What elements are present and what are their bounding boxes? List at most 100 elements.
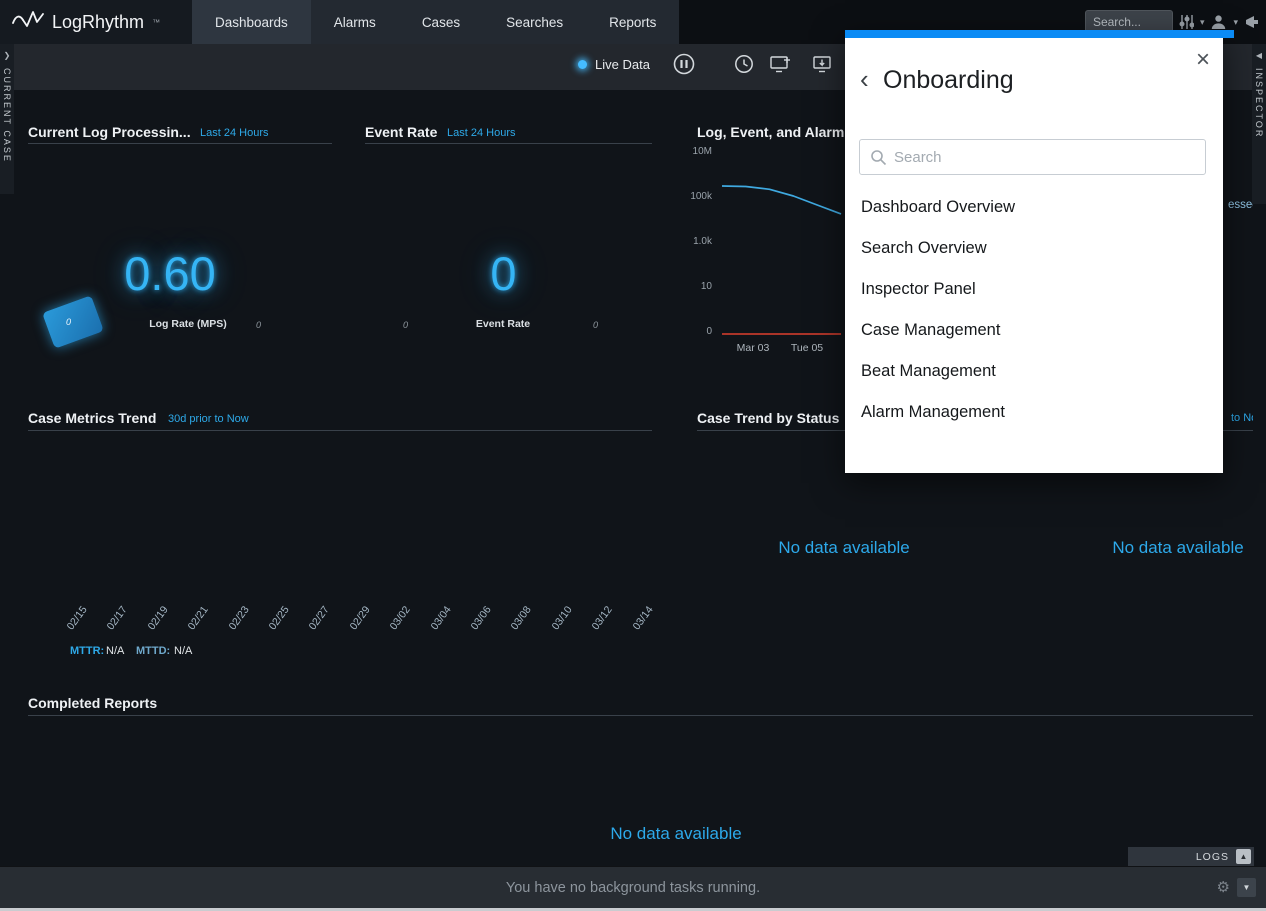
divider	[28, 715, 1253, 716]
user-menu-button[interactable]	[1210, 14, 1227, 30]
panel-title-log-event-alarm: Log, Event, and Alarm	[697, 124, 844, 140]
expand-up-icon[interactable]: ▲	[1236, 849, 1251, 864]
expand-left-icon: ◀	[1256, 44, 1262, 68]
panel-range-link[interactable]: Last 24 Hours	[200, 127, 268, 139]
brand-trademark: ™	[152, 18, 160, 27]
clipped-panel-title-fragment: essed	[1228, 199, 1253, 211]
filters-caret-icon[interactable]: ▾	[1200, 17, 1205, 28]
live-data-indicator[interactable]: Live Data	[578, 57, 650, 72]
expand-right-icon: ❯	[4, 44, 11, 68]
collapse-down-button[interactable]: ▼	[1237, 878, 1256, 897]
current-case-side-tab[interactable]: ❯ CURRENT CASE	[0, 44, 14, 194]
x-tick: 02/27	[296, 604, 332, 647]
onboarding-item-search-overview[interactable]: Search Overview	[845, 228, 1223, 269]
no-data-message: No data available	[1096, 538, 1260, 558]
onboarding-item-list: Dashboard Overview Search Overview Inspe…	[845, 187, 1223, 433]
tab-reports[interactable]: Reports	[586, 0, 679, 44]
x-tick: 02/23	[216, 604, 252, 647]
onboarding-item-case-management[interactable]: Case Management	[845, 310, 1223, 351]
divider	[28, 143, 332, 144]
x-tick: 03/14	[620, 604, 656, 647]
inspector-label: INSPECTOR	[1254, 68, 1264, 138]
inspector-side-tab[interactable]: ◀ INSPECTOR	[1252, 44, 1266, 204]
live-data-dot-icon	[578, 60, 587, 69]
divider	[28, 430, 652, 431]
event-rate-value: 0	[440, 246, 567, 301]
onboarding-search-box	[859, 139, 1206, 175]
x-tick: 03/12	[579, 604, 615, 647]
x-tick: 03/02	[377, 604, 413, 647]
axis-zero-label: 0	[593, 320, 598, 330]
x-tick: 02/15	[54, 604, 90, 647]
mttr-label: MTTR:	[70, 645, 104, 657]
x-tick: 03/10	[539, 604, 575, 647]
onboarding-item-beat-management[interactable]: Beat Management	[845, 351, 1223, 392]
y-tick: 100k	[682, 191, 712, 202]
x-tick: 03/06	[458, 604, 494, 647]
x-tick: Tue 05	[783, 342, 831, 354]
tab-searches[interactable]: Searches	[483, 0, 586, 44]
y-tick: 1.0k	[682, 236, 712, 247]
panel-title-current-log-processing: Current Log Processin...	[28, 124, 191, 140]
close-icon[interactable]: ×	[1196, 48, 1210, 72]
no-data-message: No data available	[762, 538, 926, 558]
divider	[365, 143, 652, 144]
onboarding-panel: × ‹ Onboarding Dashboard Overview Search…	[845, 30, 1223, 473]
user-menu-caret-icon[interactable]: ▾	[1233, 17, 1238, 28]
log-event-alarm-chart	[718, 144, 845, 344]
time-range-clock-button[interactable]	[734, 54, 754, 79]
y-tick: 10M	[682, 146, 712, 157]
onboarding-title: Onboarding	[883, 66, 1014, 95]
current-case-label: CURRENT CASE	[2, 68, 12, 163]
x-tick: 03/08	[498, 604, 534, 647]
mttd-value: N/A	[174, 645, 192, 657]
live-data-label: Live Data	[595, 57, 650, 72]
mttd-label: MTTD:	[136, 645, 170, 657]
onboarding-accent-bar	[845, 30, 1234, 38]
logs-label: LOGS	[1196, 851, 1229, 863]
x-tick: 02/25	[256, 604, 292, 647]
main-nav-tabs: Dashboards Alarms Cases Searches Reports	[192, 0, 679, 44]
gear-icon[interactable]: ⚙	[1217, 880, 1230, 895]
search-icon	[870, 149, 887, 166]
panel-title-case-metrics-trend: Case Metrics Trend	[28, 410, 156, 426]
pause-button[interactable]	[672, 52, 696, 81]
mttr-value: N/A	[106, 645, 124, 657]
x-tick: 03/04	[418, 604, 454, 647]
event-rate-label: Event Rate	[441, 318, 565, 330]
log-rate-label: Log Rate (MPS)	[126, 318, 250, 330]
y-tick: 0	[682, 326, 712, 337]
gauge-needle-shape	[42, 295, 104, 348]
app-root: { "nav": { "brand": "LogRhythm", "brand_…	[0, 0, 1266, 911]
onboarding-item-dashboard-overview[interactable]: Dashboard Overview	[845, 187, 1223, 228]
onboarding-item-inspector-panel[interactable]: Inspector Panel	[845, 269, 1223, 310]
brand-name: LogRhythm	[52, 12, 144, 33]
panel-range-link[interactable]: Last 24 Hours	[447, 127, 515, 139]
x-tick: Mar 03	[729, 342, 777, 354]
onboarding-item-alarm-management[interactable]: Alarm Management	[845, 392, 1223, 433]
panel-title-completed-reports: Completed Reports	[28, 695, 157, 711]
tab-alarms[interactable]: Alarms	[311, 0, 399, 44]
y-tick: 10	[682, 281, 712, 292]
onboarding-search-input[interactable]	[860, 140, 1205, 174]
panel-title-case-trend-by-status: Case Trend by Status	[697, 410, 839, 426]
background-tasks-message: You have no background tasks running.	[0, 867, 1266, 909]
no-data-message: No data available	[594, 824, 758, 844]
gauge-zero-label: 0	[66, 317, 71, 327]
filters-button[interactable]	[1179, 14, 1194, 30]
clipped-panel-range-fragment: to Now	[1231, 412, 1253, 424]
announcements-icon[interactable]	[1244, 14, 1262, 30]
log-rate-value: 0.60	[100, 246, 240, 301]
tab-dashboards[interactable]: Dashboards	[192, 0, 311, 44]
export-dashboard-button[interactable]	[813, 55, 834, 78]
x-tick: 02/29	[337, 604, 373, 647]
panel-title-event-rate: Event Rate	[365, 124, 437, 140]
x-tick: 02/21	[175, 604, 211, 647]
panel-range-link[interactable]: 30d prior to Now	[168, 413, 249, 425]
tab-cases[interactable]: Cases	[399, 0, 483, 44]
logs-drawer-tab[interactable]: LOGS ▲	[1128, 847, 1254, 866]
add-dashboard-button[interactable]	[770, 55, 791, 78]
brand-logo: LogRhythm ™	[0, 0, 192, 44]
x-tick: 02/17	[94, 604, 130, 647]
back-chevron-icon[interactable]: ‹	[860, 66, 869, 92]
